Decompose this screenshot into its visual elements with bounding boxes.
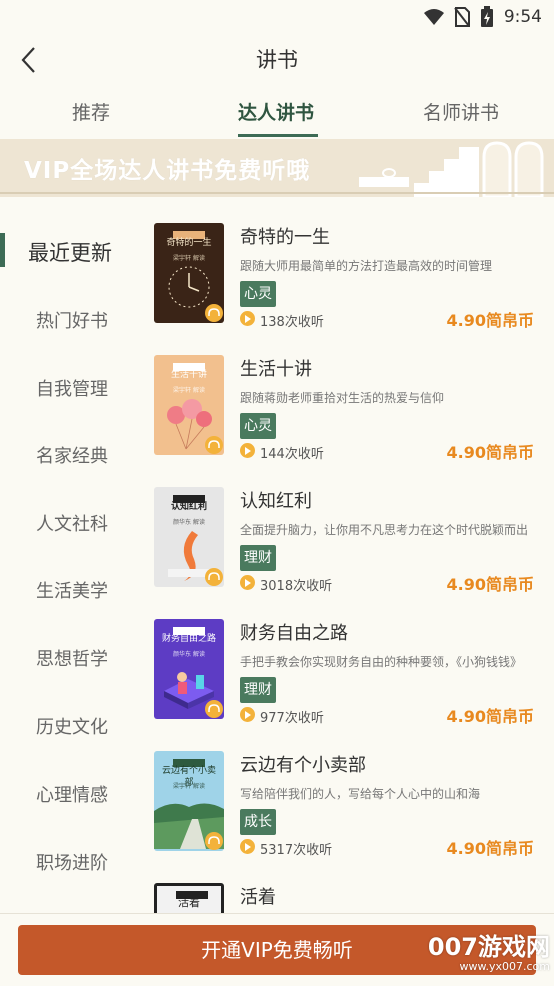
category-tag: 心灵 (240, 281, 276, 307)
sidebar-item-label: 心理情感 (36, 785, 108, 806)
play-count-icon (240, 575, 255, 590)
cover-title: 认知红利 (170, 502, 207, 512)
category-tag: 理财 (240, 677, 276, 703)
headphones-icon (205, 304, 223, 322)
sidebar-item-self-management[interactable]: 自我管理 (0, 367, 140, 407)
play-count: 144次收听 (260, 447, 324, 462)
book-description: 手把手教会你实现财务自由的种种要领，《小狗钱钱》 (240, 655, 523, 669)
category-tag: 心灵 (240, 413, 276, 439)
sidebar-active-indicator (0, 233, 5, 267)
book-title: 奇特的一生 (240, 227, 330, 248)
watermark-text: 007游戏网 (427, 933, 550, 961)
sidebar-item-popular[interactable]: 热门好书 (0, 299, 140, 339)
bottom-bar: 开通VIP免费畅听 007游戏网 www.yx007.com (0, 913, 554, 986)
category-tag: 成长 (240, 809, 276, 835)
category-tag: 理财 (240, 545, 276, 571)
play-count-icon (240, 839, 255, 854)
cover-title: 活着 (178, 896, 200, 909)
watermark: 007游戏网 www.yx007.com (428, 934, 550, 973)
no-sim-icon (454, 7, 470, 27)
sidebar-item-label: 职场进阶 (36, 853, 108, 874)
tab-master-talks[interactable]: 名师讲书 (423, 98, 499, 125)
status-bar: 9:54 (0, 0, 554, 32)
book-item[interactable]: 生活十讲 梁宇轩 解读 生活十讲 跟随蒋勋老师重拾对生活的热爱与信仰 心灵 14… (154, 355, 554, 465)
book-title: 财务自由之路 (240, 623, 348, 644)
book-cover: 财务自由之路 颜华东 解读 (154, 619, 224, 719)
book-item[interactable]: 奇特的一生 梁宇轩 解读 奇特的一生 跟随大师用最简单的方法打造最高效的时间管理… (154, 223, 554, 333)
price: 4.90简帛币 (446, 707, 534, 726)
cover-title: 奇特的一生 (166, 238, 212, 248)
sidebar-item-career[interactable]: 职场进阶 (0, 841, 140, 881)
book-item[interactable]: 云边有个小卖部 梁宇轩 解读 云边有个小卖部 写给陪伴我们的人，写给每个人心中的… (154, 751, 554, 861)
price: 4.90简帛币 (446, 575, 534, 594)
book-description: 跟随大师用最简单的方法打造最高效的时间管理 (240, 259, 493, 273)
sidebar-item-humanities[interactable]: 人文社科 (0, 502, 140, 542)
tab-recommend[interactable]: 推荐 (72, 98, 110, 125)
book-item[interactable]: 认知红利 颜华东 解读 认知红利 全面提升脑力，让你用不凡思考力在这个时代脱颖而… (154, 487, 554, 597)
sidebar-item-label: 热门好书 (36, 311, 108, 332)
book-title: 云边有个小卖部 (240, 755, 366, 776)
headphones-icon (205, 568, 223, 586)
battery-icon (480, 6, 493, 27)
sidebar-item-recent[interactable]: 最近更新 (0, 229, 140, 269)
book-title: 活着 (240, 887, 276, 908)
sidebar-item-history[interactable]: 历史文化 (0, 705, 140, 745)
play-count: 5317次收听 (260, 843, 333, 858)
book-item[interactable]: 活着 活着 (154, 883, 554, 913)
banner-text: VIP全场达人讲书免费听哦 (24, 158, 311, 184)
book-cover: 奇特的一生 梁宇轩 解读 (154, 223, 224, 323)
sidebar-item-label: 人文社科 (36, 514, 108, 535)
play-count-icon (240, 311, 255, 326)
banner-divider (0, 192, 554, 194)
sidebar-item-classics[interactable]: 名家经典 (0, 434, 140, 474)
category-sidebar: 最近更新 热门好书 自我管理 名家经典 人文社科 生活美学 思想哲学 历史文化 … (0, 197, 140, 913)
book-title: 生活十讲 (240, 359, 312, 380)
headphones-icon (205, 700, 223, 718)
book-cover: 云边有个小卖部 梁宇轩 解读 (154, 751, 224, 851)
book-description: 全面提升脑力，让你用不凡思考力在这个时代脱颖而出 (240, 523, 529, 537)
book-cover: 生活十讲 梁宇轩 解读 (154, 355, 224, 455)
play-count: 138次收听 (260, 315, 324, 330)
play-count-icon (240, 443, 255, 458)
book-item[interactable]: 财务自由之路 颜华东 解读 财务自由之路 手把手教会你实现财务自由的种种要领，《… (154, 619, 554, 729)
active-tab-underline (238, 134, 318, 137)
stairs-arches-illustration (359, 141, 544, 197)
headphones-icon (205, 436, 223, 454)
headphones-icon (205, 832, 223, 850)
play-count: 977次收听 (260, 711, 324, 726)
sidebar-item-label: 思想哲学 (36, 649, 108, 670)
sidebar-item-label: 自我管理 (36, 379, 108, 400)
sidebar-item-label: 历史文化 (36, 717, 108, 738)
sidebar-item-philosophy[interactable]: 思想哲学 (0, 637, 140, 677)
page-title: 讲书 (256, 48, 298, 72)
price: 4.90简帛币 (446, 839, 534, 858)
book-cover: 活着 (154, 883, 224, 913)
book-cover: 认知红利 颜华东 解读 (154, 487, 224, 587)
sidebar-item-psychology[interactable]: 心理情感 (0, 773, 140, 813)
sidebar-item-label: 名家经典 (36, 446, 108, 467)
price: 4.90简帛币 (446, 311, 534, 330)
status-time: 9:54 (503, 7, 542, 27)
cover-title: 生活十讲 (170, 370, 207, 380)
tab-expert-talks[interactable]: 达人讲书 (238, 98, 314, 125)
book-title: 认知红利 (240, 491, 312, 512)
sidebar-item-life-aesthetics[interactable]: 生活美学 (0, 569, 140, 609)
sidebar-item-label: 最近更新 (28, 241, 112, 265)
tab-bar: 推荐 达人讲书 名师讲书 (0, 88, 554, 140)
play-count: 3018次收听 (260, 579, 333, 594)
book-description: 跟随蒋勋老师重拾对生活的热爱与信仰 (240, 391, 445, 405)
book-description: 写给陪伴我们的人，写给每个人心中的山和海 (240, 787, 481, 801)
watermark-url: www.yx007.com (459, 960, 550, 973)
price: 4.90简帛币 (446, 443, 534, 462)
cover-title: 财务自由之路 (162, 634, 217, 644)
play-count-icon (240, 707, 255, 722)
wifi-icon (423, 9, 444, 25)
title-bar: 讲书 (0, 32, 554, 86)
vip-banner[interactable]: VIP全场达人讲书免费听哦 (0, 139, 554, 197)
sidebar-item-label: 生活美学 (36, 581, 108, 602)
